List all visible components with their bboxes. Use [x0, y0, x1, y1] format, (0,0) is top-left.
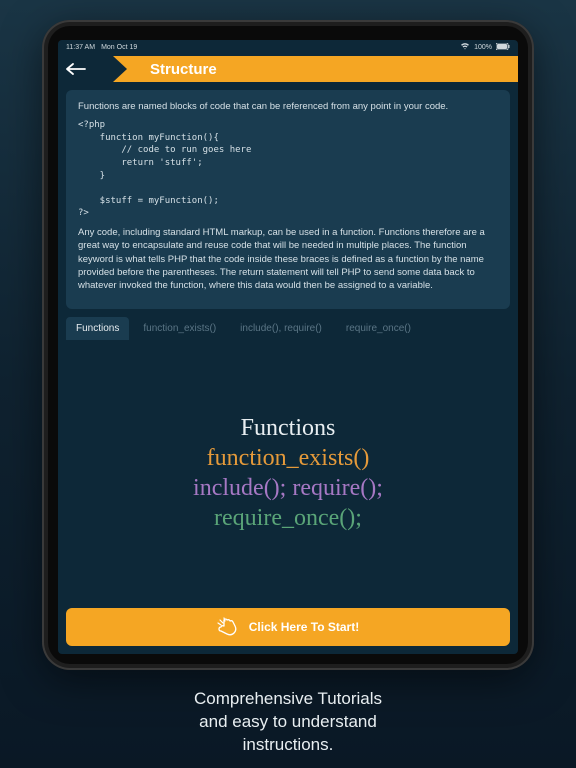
tab-require-once[interactable]: require_once(): [336, 317, 421, 340]
code-example: <?php function myFunction(){ // code to …: [78, 119, 498, 220]
tab-functions[interactable]: Functions: [66, 317, 129, 340]
start-button-label: Click Here To Start!: [249, 620, 359, 634]
header-ribbon: Structure: [58, 56, 518, 82]
hero-line-3: include(); require();: [193, 473, 383, 503]
hero-line-4: require_once();: [214, 503, 362, 533]
tab-bar: Functions function_exists() include(), r…: [58, 317, 518, 340]
page-title: Structure: [150, 61, 217, 78]
lesson-body: Any code, including standard HTML markup…: [78, 226, 498, 292]
start-button[interactable]: Click Here To Start!: [66, 608, 510, 646]
lesson-intro: Functions are named blocks of code that …: [78, 100, 498, 113]
hero-line-1: Functions: [241, 413, 336, 443]
battery-icon: [496, 43, 510, 52]
marketing-caption: Comprehensive Tutorials and easy to unde…: [194, 688, 382, 757]
caption-line-1: Comprehensive Tutorials: [194, 688, 382, 711]
wifi-icon: [460, 42, 470, 52]
lesson-card: Functions are named blocks of code that …: [66, 90, 510, 309]
caption-line-3: instructions.: [194, 734, 382, 757]
hero-line-2: function_exists(): [207, 443, 370, 473]
tablet-frame: 11:37 AM Mon Oct 19 100%: [42, 20, 534, 670]
app-screen: 11:37 AM Mon Oct 19 100%: [58, 40, 518, 654]
status-date: Mon Oct 19: [101, 44, 137, 51]
tab-include-require[interactable]: include(), require(): [230, 317, 332, 340]
tablet-bezel: 11:37 AM Mon Oct 19 100%: [48, 26, 528, 664]
back-button[interactable]: [58, 59, 96, 79]
status-bar: 11:37 AM Mon Oct 19 100%: [58, 40, 518, 54]
hero-text: Functions function_exists() include(); r…: [58, 340, 518, 602]
battery-label: 100%: [474, 44, 492, 51]
pointer-hand-icon: [217, 617, 239, 637]
status-time: 11:37 AM: [66, 44, 95, 51]
caption-line-2: and easy to understand: [194, 711, 382, 734]
tab-function-exists[interactable]: function_exists(): [133, 317, 226, 340]
